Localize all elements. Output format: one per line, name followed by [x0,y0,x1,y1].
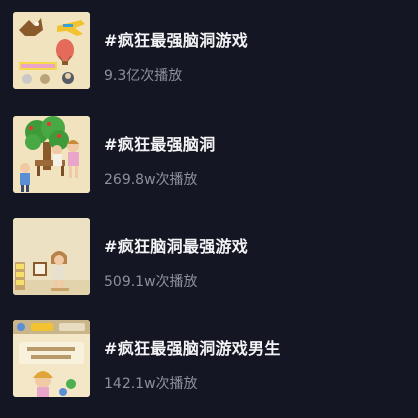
play-count: 9.3亿次播放 [104,68,183,84]
topic-title: #疯狂最强脑洞 [104,135,216,154]
play-count: 142.1w次播放 [104,376,198,392]
topic-title: #疯狂最强脑洞游戏男生 [104,339,281,358]
topic-item[interactable]: #疯狂脑洞最强游戏 509.1w次播放 [0,218,418,298]
topic-thumbnail [13,218,90,295]
topic-title: #疯狂脑洞最强游戏 [104,237,249,256]
topic-thumbnail [13,12,90,89]
topic-title: #疯狂最强脑洞游戏 [104,31,249,50]
topic-thumbnail [13,320,90,397]
topic-item[interactable]: #疯狂最强脑洞游戏 9.3亿次播放 [0,12,418,92]
topic-thumbnail [13,116,90,193]
topic-item[interactable]: #疯狂最强脑洞 269.8w次播放 [0,116,418,196]
play-count: 269.8w次播放 [104,172,198,188]
topic-list: #疯狂最强脑洞游戏 9.3亿次播放 #疯狂最强脑洞 269.8w次播放 #疯狂脑… [0,0,418,418]
play-count: 509.1w次播放 [104,274,198,290]
topic-item[interactable]: #疯狂最强脑洞游戏男生 142.1w次播放 [0,320,418,400]
